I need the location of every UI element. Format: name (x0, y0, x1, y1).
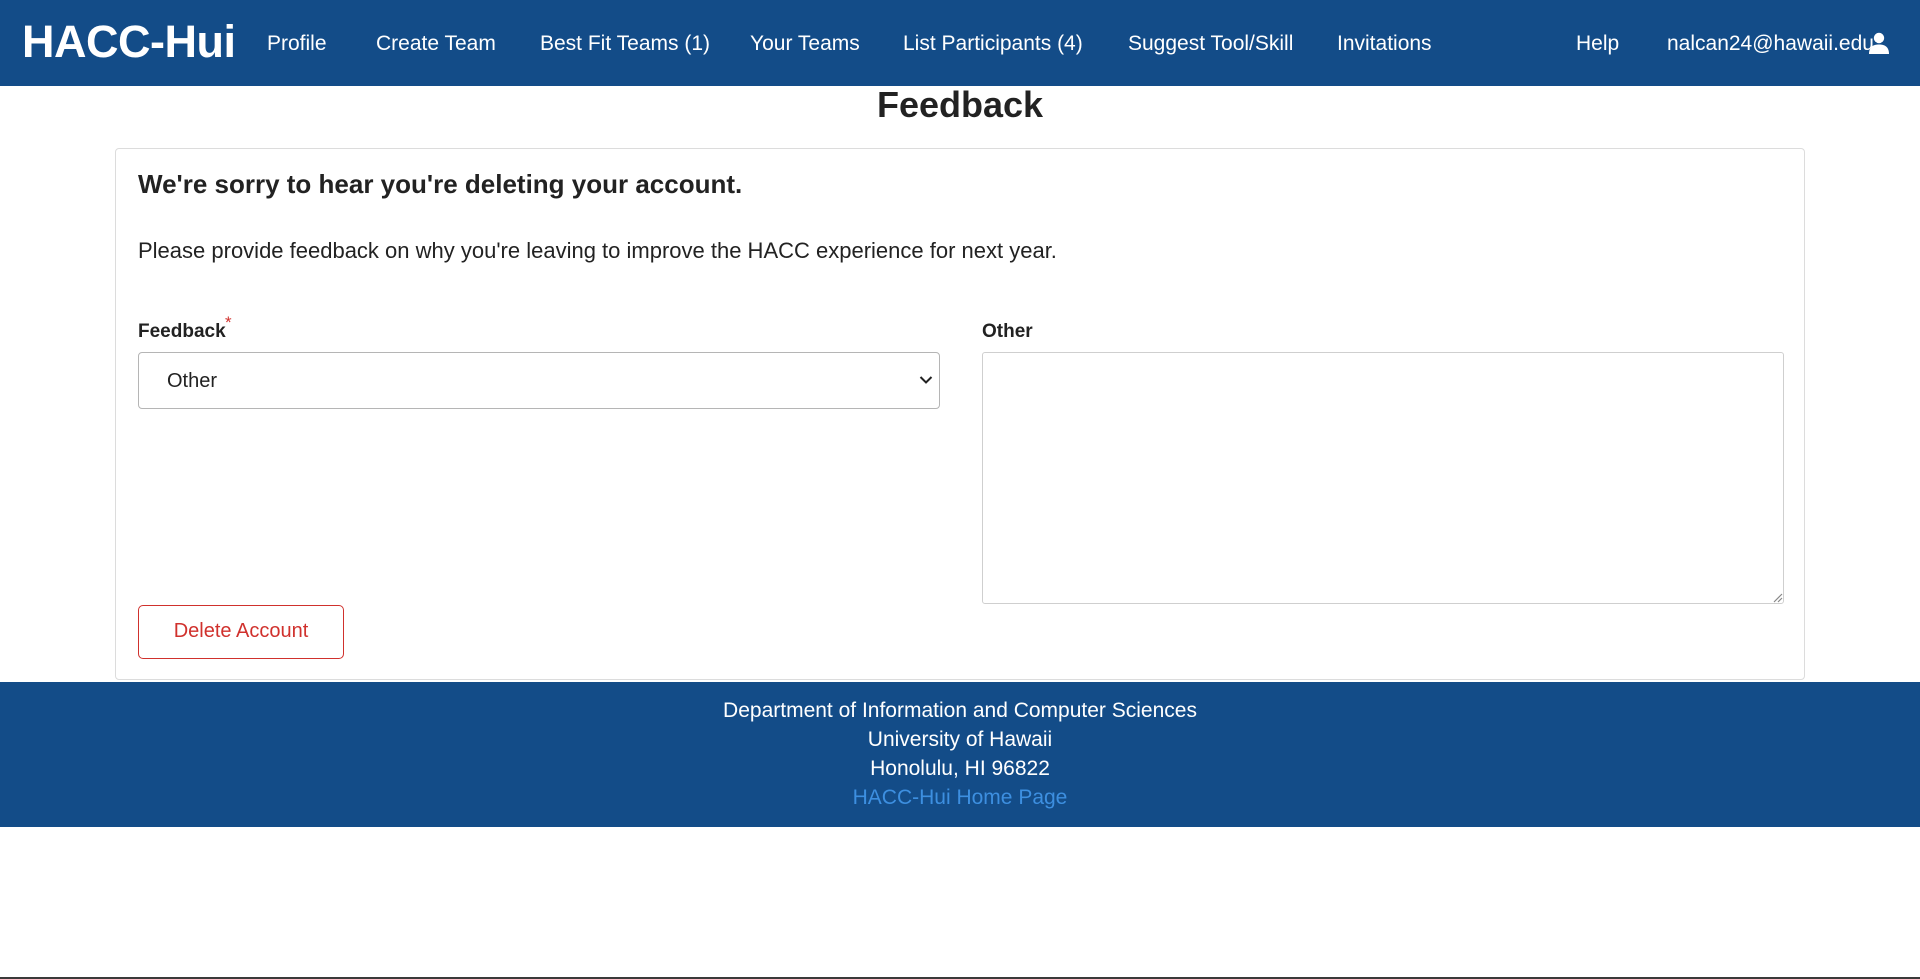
user-icon[interactable] (1868, 32, 1890, 54)
footer-university: University of Hawaii (867, 728, 1053, 751)
user-menu-email[interactable]: nalcan24@hawaii.edu (1667, 31, 1874, 57)
other-label: Other (982, 321, 1033, 342)
footer-home-link-wrap: HACC-Hui Home Page (0, 784, 1920, 812)
nav-list-participants[interactable]: List Participants (4) (903, 31, 1083, 57)
nav-create-team[interactable]: Create Team (376, 31, 496, 57)
footer-department: Department of Information and Computer S… (723, 699, 1197, 722)
required-marker: * (225, 313, 232, 332)
feedback-label: Feedback * (138, 313, 232, 344)
page-title: Feedback (876, 84, 1044, 125)
feedback-select[interactable]: Other (138, 352, 940, 409)
card-subtext: Please provide feedback on why you're le… (138, 238, 1057, 263)
feedback-select-value: Other (167, 370, 218, 392)
footer: Department of Information and Computer S… (0, 682, 1920, 827)
nav-invitations[interactable]: Invitations (1337, 31, 1432, 57)
top-navbar: HACC-Hui Profile Create Team Best Fit Te… (0, 0, 1920, 86)
nav-best-fit-teams[interactable]: Best Fit Teams (1) (540, 31, 710, 57)
nav-suggest-tool-skill[interactable]: Suggest Tool/Skill (1128, 31, 1293, 57)
nav-your-teams[interactable]: Your Teams (750, 31, 860, 57)
feedback-card: We're sorry to hear you're deleting your… (115, 148, 1805, 680)
footer-home-link[interactable]: HACC-Hui Home Page (853, 786, 1068, 809)
delete-account-button[interactable]: Delete Account (138, 605, 344, 659)
chevron-down-icon (919, 376, 933, 384)
feedback-label-text: Feedback (138, 321, 226, 342)
card-heading: We're sorry to hear you're deleting your… (138, 169, 743, 199)
resize-grip-icon[interactable] (1771, 591, 1783, 603)
brand-logo[interactable]: HACC-Hui (22, 14, 236, 70)
footer-address: Honolulu, HI 96822 (870, 757, 1050, 780)
nav-profile[interactable]: Profile (267, 31, 327, 57)
other-textarea[interactable] (982, 352, 1784, 604)
nav-help[interactable]: Help (1576, 31, 1619, 57)
